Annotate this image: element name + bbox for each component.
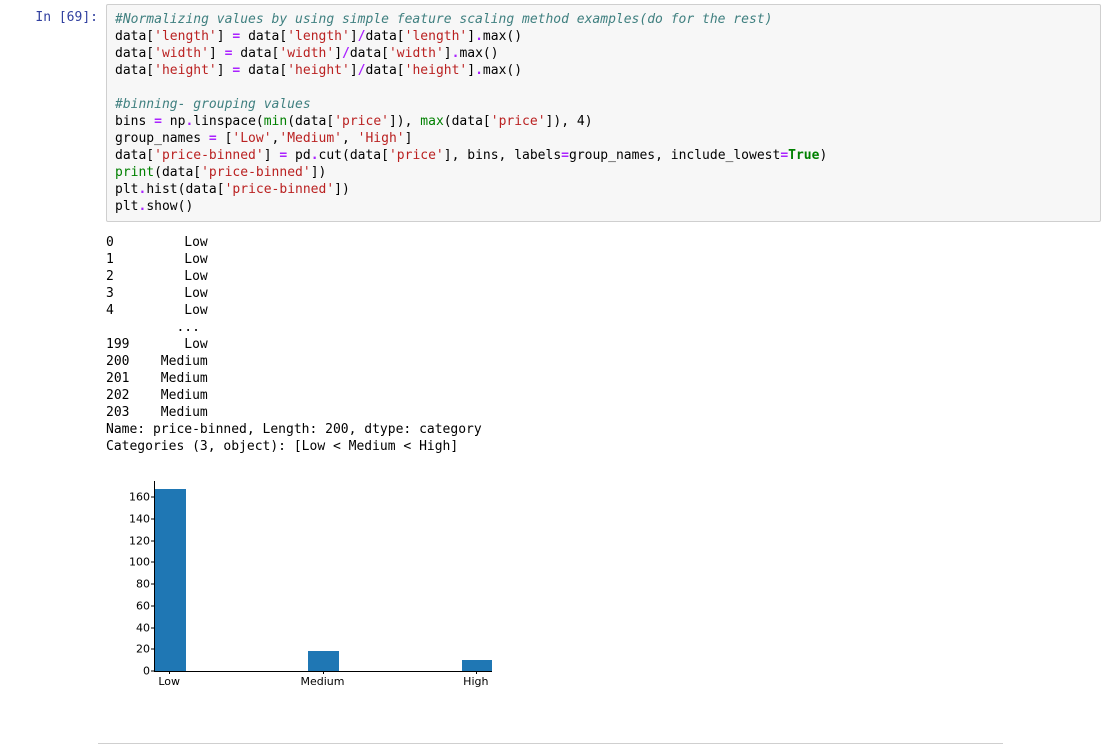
- x-tick-label: Low: [158, 675, 180, 727]
- bar: [462, 660, 493, 671]
- y-tick-mark: [151, 627, 154, 628]
- x-tick-label: High: [463, 675, 488, 727]
- y-tick-label: 140: [106, 513, 150, 526]
- output-cell: 0 Low 1 Low 2 Low 3 Low 4 Low ... 199 Lo…: [0, 226, 1101, 713]
- histogram-chart: 020406080100120140160LowMediumHigh: [106, 471, 538, 709]
- bar: [155, 489, 186, 671]
- y-tick-mark: [151, 519, 154, 520]
- y-tick-label: 40: [106, 621, 150, 634]
- output-prompt: [8, 230, 106, 236]
- y-tick-mark: [151, 584, 154, 585]
- plot-area: [154, 481, 492, 672]
- y-tick-label: 160: [106, 491, 150, 504]
- y-tick-label: 120: [106, 534, 150, 547]
- code-source[interactable]: #Normalizing values by using simple feat…: [115, 11, 1092, 215]
- stdout-text: 0 Low 1 Low 2 Low 3 Low 4 Low ... 199 Lo…: [106, 230, 1101, 465]
- x-tick-label: Medium: [301, 675, 345, 727]
- y-tick-label: 80: [106, 578, 150, 591]
- x-tick-mark: [169, 671, 170, 674]
- x-tick-mark: [476, 671, 477, 674]
- y-tick-label: 60: [106, 599, 150, 612]
- y-tick-label: 20: [106, 643, 150, 656]
- code-cell: In [69]: #Normalizing values by using si…: [0, 0, 1101, 226]
- input-prompt: In [69]:: [8, 4, 106, 25]
- y-tick-mark: [151, 671, 154, 672]
- x-tick-mark: [323, 671, 324, 674]
- code-input-area[interactable]: #Normalizing values by using simple feat…: [106, 4, 1101, 222]
- y-tick-mark: [151, 562, 154, 563]
- y-tick-mark: [151, 540, 154, 541]
- bar: [308, 651, 339, 671]
- y-tick-mark: [151, 605, 154, 606]
- y-tick-mark: [151, 497, 154, 498]
- y-tick-label: 0: [106, 665, 150, 678]
- y-tick-mark: [151, 649, 154, 650]
- y-tick-label: 100: [106, 556, 150, 569]
